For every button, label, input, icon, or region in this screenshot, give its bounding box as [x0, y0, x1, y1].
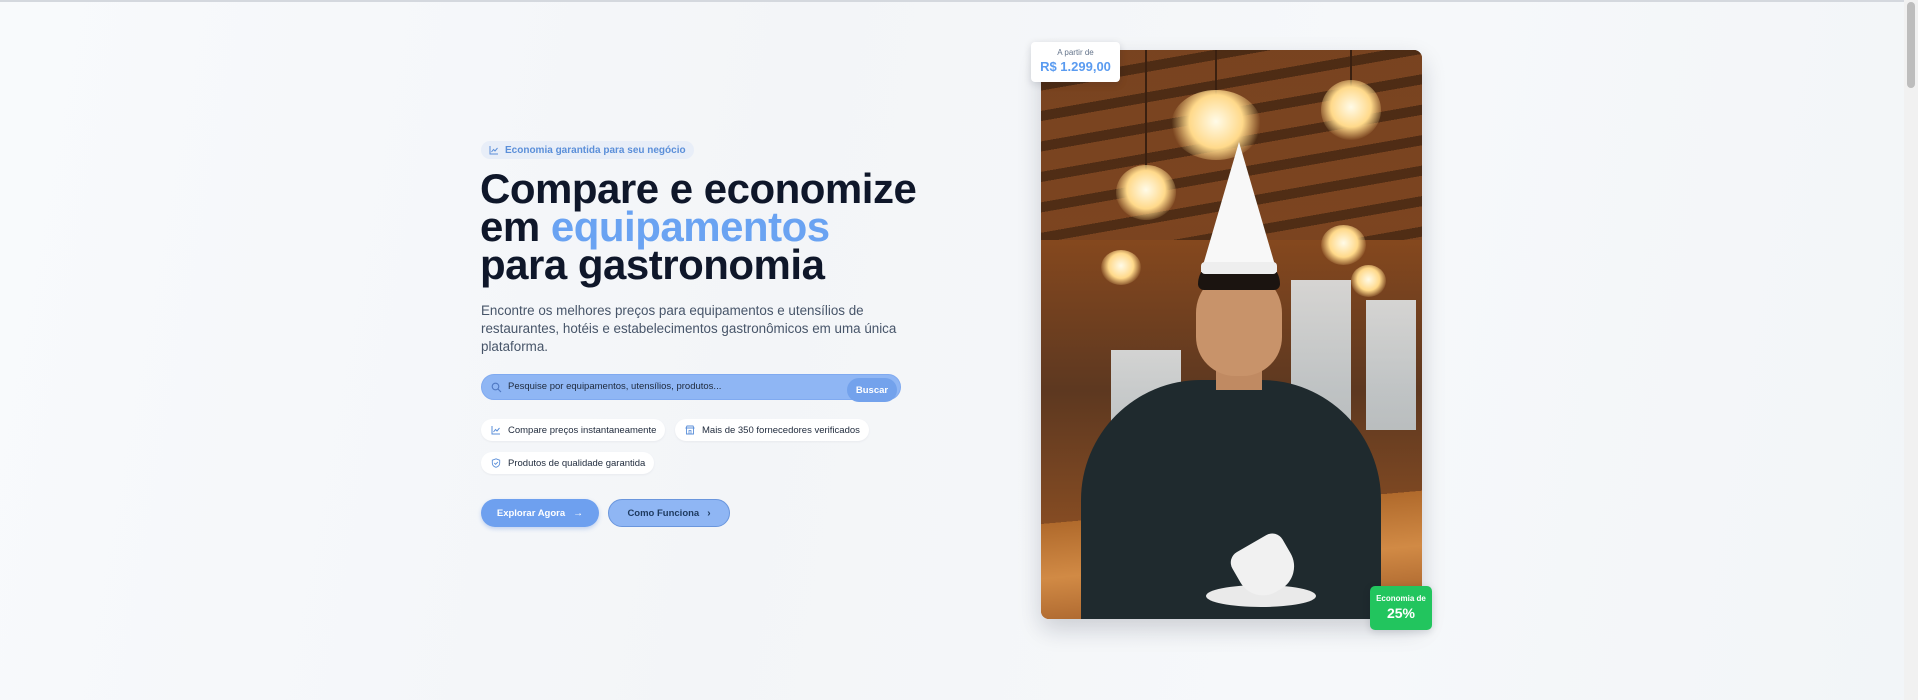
hero-image-chef	[1041, 50, 1422, 619]
hero-badge: Economia garantida para seu negócio	[481, 141, 694, 159]
arrow-right-icon: →	[573, 507, 584, 519]
search-bar[interactable]: Pesquise por equipamentos, utensílios, p…	[481, 374, 901, 402]
price-value: R$ 1.299,00	[1040, 59, 1111, 74]
top-border	[0, 0, 1904, 2]
chevron-right-icon: ›	[707, 507, 711, 519]
feature-compare-prices: Compare preços instantaneamente	[481, 419, 666, 441]
store-icon	[685, 425, 695, 435]
price-label: A partir de	[1057, 48, 1094, 57]
feature-label: Compare preços instantaneamente	[508, 424, 657, 436]
search-button[interactable]: Buscar	[847, 378, 897, 402]
hero-subtitle: Encontre os melhores preços para equipam…	[481, 303, 897, 354]
hero-title-line3: para gastronomia	[480, 241, 825, 288]
explore-now-label: Explorar Agora	[496, 507, 566, 519]
savings-label: Economia de	[1376, 594, 1426, 603]
lamp-cord	[1145, 50, 1147, 170]
lamp	[1321, 225, 1366, 265]
lamp	[1116, 165, 1176, 220]
search-input[interactable]: Pesquise por equipamentos, utensílios, p…	[508, 381, 721, 392]
search-icon	[491, 382, 502, 393]
savings-card: Economia de 25%	[1370, 586, 1432, 630]
feature-suppliers: Mais de 350 fornecedores verificados	[675, 419, 869, 441]
shield-check-icon	[491, 458, 501, 468]
chef-hat	[1201, 142, 1277, 272]
feature-label: Mais de 350 fornecedores verificados	[702, 424, 860, 436]
lamp	[1101, 250, 1141, 285]
window	[1366, 300, 1416, 430]
lamp	[1351, 265, 1386, 297]
chart-icon	[491, 426, 500, 435]
scrollbar-thumb[interactable]	[1907, 2, 1915, 88]
hero-title: Compare e economize em equipamentos para…	[480, 168, 940, 286]
chart-icon	[489, 146, 498, 155]
chef-hat-band	[1201, 262, 1277, 274]
scrollbar[interactable]	[1904, 0, 1918, 700]
lamp	[1321, 80, 1381, 140]
explore-now-button[interactable]: Explorar Agora →	[481, 499, 599, 527]
savings-value: 25%	[1386, 605, 1416, 621]
chef-jacket	[1081, 380, 1381, 619]
feature-quality: Produtos de qualidade garantida	[481, 452, 655, 474]
price-card: A partir de R$ 1.299,00	[1031, 42, 1120, 82]
feature-label: Produtos de qualidade garantida	[508, 457, 646, 469]
hero-badge-label: Economia garantida para seu negócio	[505, 144, 686, 156]
how-it-works-button[interactable]: Como Funciona ›	[608, 499, 730, 527]
how-it-works-label: Como Funciona	[627, 507, 700, 519]
